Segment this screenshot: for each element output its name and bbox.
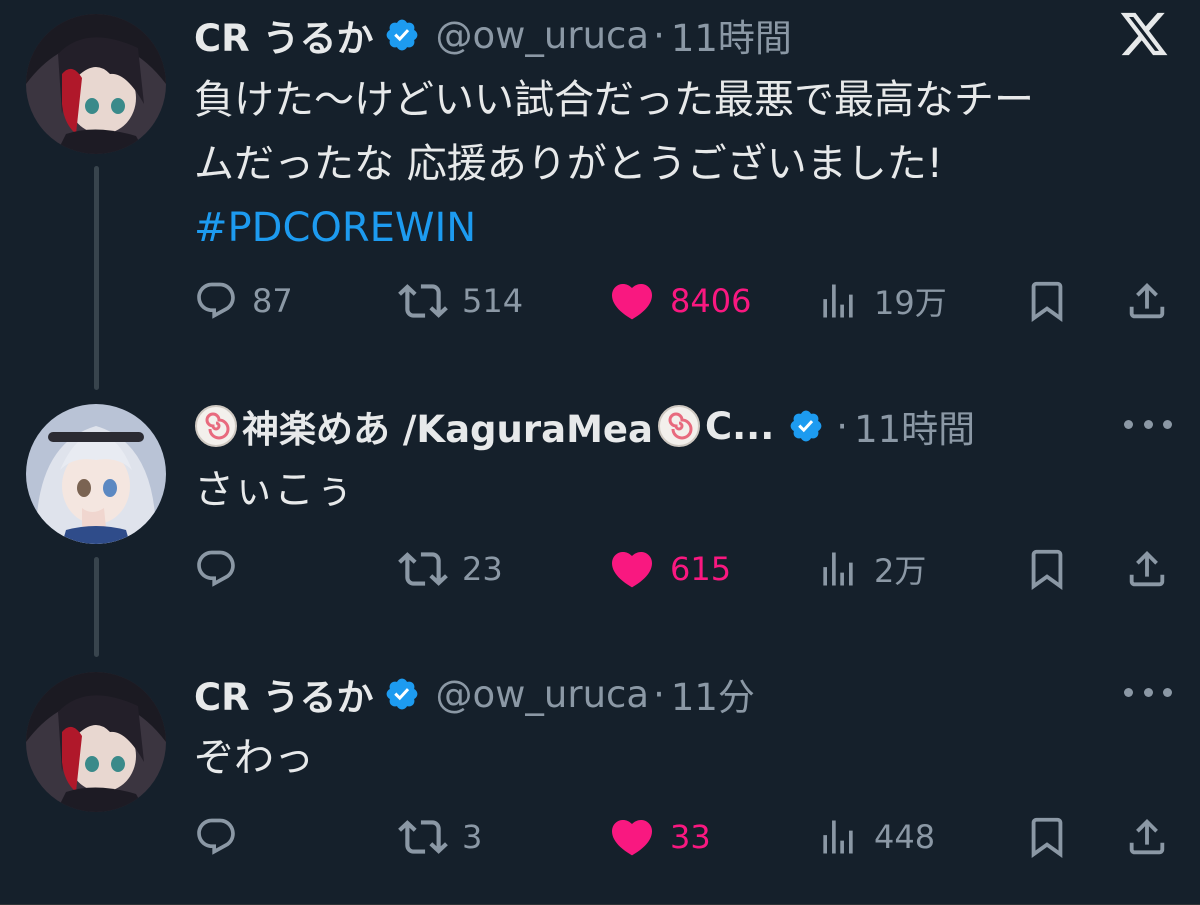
reply-button[interactable]: 87 — [194, 276, 293, 326]
tweet-text-line: ムだったな 応援ありがとうございました! — [194, 141, 943, 187]
timestamp[interactable]: 11時間 — [671, 8, 792, 62]
repost-button[interactable]: 23 — [398, 544, 503, 594]
heart-icon — [611, 284, 653, 320]
heart-icon — [611, 552, 653, 588]
reply-icon — [197, 818, 235, 855]
naruto-emoji-icon — [657, 405, 700, 447]
more-icon[interactable] — [1124, 680, 1172, 704]
display-name[interactable]: CR うるか — [194, 667, 374, 721]
tweet-text-line: さぃこぅ — [194, 467, 354, 513]
separator: · — [653, 13, 665, 57]
like-count: 615 — [670, 550, 732, 588]
repost-button[interactable]: 514 — [398, 276, 523, 326]
views-icon — [823, 284, 853, 318]
thread-line — [94, 166, 99, 390]
repost-button[interactable]: 3 — [398, 812, 482, 862]
separator: · — [653, 672, 665, 716]
repost-count: 3 — [462, 818, 483, 856]
x-logo-icon[interactable] — [1118, 8, 1170, 60]
tweet-text-line: ぞわっ — [194, 735, 314, 781]
avatar[interactable] — [26, 672, 166, 812]
share-icon — [1129, 818, 1165, 855]
bookmark-button[interactable] — [1024, 812, 1070, 862]
verified-badge-icon — [386, 678, 417, 710]
handle[interactable]: @ow_uruca — [436, 673, 650, 716]
views-count: 19万 — [874, 284, 947, 322]
avatar-image — [26, 14, 166, 154]
reply-count: 87 — [252, 282, 293, 320]
like-button[interactable]: 615 — [608, 544, 731, 594]
reply-icon — [197, 282, 235, 319]
like-button[interactable]: 8406 — [608, 276, 751, 326]
display-name[interactable]: 神楽めあ /KaguraMea — [242, 399, 653, 453]
verified-badge-icon — [386, 19, 417, 51]
display-name-truncated[interactable]: C... — [705, 405, 774, 448]
repost-icon — [398, 284, 448, 318]
share-icon — [1129, 550, 1165, 587]
views-icon — [823, 820, 853, 854]
reply-icon — [197, 550, 235, 587]
repost-icon — [398, 820, 448, 854]
hashtag-link[interactable]: #PDCOREWIN — [194, 196, 1034, 260]
avatar-image — [26, 404, 166, 544]
bookmark-button[interactable] — [1024, 544, 1070, 594]
views-count: 448 — [874, 818, 936, 856]
views-button[interactable]: 2万 — [816, 544, 926, 594]
repost-icon — [398, 552, 448, 586]
views-count: 2万 — [874, 552, 927, 590]
bookmark-icon — [1031, 281, 1063, 322]
repost-count: 514 — [462, 282, 524, 320]
thread-line — [94, 557, 99, 657]
separator: · — [836, 404, 849, 448]
tweet-text-line: 負けた〜けどいい試合だった最悪で最高なチー — [194, 77, 1034, 123]
display-name[interactable]: CR うるか — [194, 8, 374, 62]
repost-count: 23 — [462, 550, 503, 588]
views-icon — [823, 552, 853, 586]
tweet-header: CR うるか @ow_uruca · 11分 — [194, 664, 755, 724]
naruto-emoji-icon — [195, 405, 237, 447]
like-count: 33 — [670, 818, 711, 856]
like-count: 8406 — [670, 282, 752, 320]
tweet-text: さぃこぅ — [194, 458, 354, 522]
reply-button[interactable] — [194, 544, 238, 594]
tweet-text: 負けた〜けどいい試合だった最悪で最高なチー ムだったな 応援ありがとうございまし… — [194, 68, 1034, 260]
tweet-header: 神楽めあ /KaguraMea C... · 11時間 — [194, 396, 975, 456]
timestamp[interactable]: 11分 — [671, 667, 755, 721]
heart-icon — [611, 820, 653, 856]
more-icon[interactable] — [1124, 412, 1172, 436]
like-button[interactable]: 33 — [608, 812, 711, 862]
bookmark-button[interactable] — [1024, 276, 1070, 326]
tweet-header: CR うるか @ow_uruca · 11時間 — [194, 5, 792, 65]
share-button[interactable] — [1124, 544, 1170, 594]
views-button[interactable]: 19万 — [816, 276, 947, 326]
bookmark-icon — [1031, 549, 1063, 590]
share-button[interactable] — [1124, 812, 1170, 862]
avatar[interactable] — [26, 404, 166, 544]
timestamp[interactable]: 11時間 — [854, 399, 975, 453]
avatar-image — [26, 672, 166, 812]
tweet-actions: 3 33 448 — [194, 812, 1174, 862]
bookmark-icon — [1031, 817, 1063, 858]
avatar[interactable] — [26, 14, 166, 154]
handle[interactable]: @ow_uruca — [436, 14, 650, 57]
tweet-text: ぞわっ — [194, 726, 314, 790]
views-button[interactable]: 448 — [816, 812, 935, 862]
share-icon — [1129, 282, 1165, 319]
tweet-actions: 87 514 8406 19万 — [194, 276, 1174, 326]
tweet-actions: 23 615 2万 — [194, 544, 1174, 594]
reply-button[interactable] — [194, 812, 238, 862]
verified-badge-icon — [790, 410, 822, 442]
share-button[interactable] — [1124, 276, 1170, 326]
